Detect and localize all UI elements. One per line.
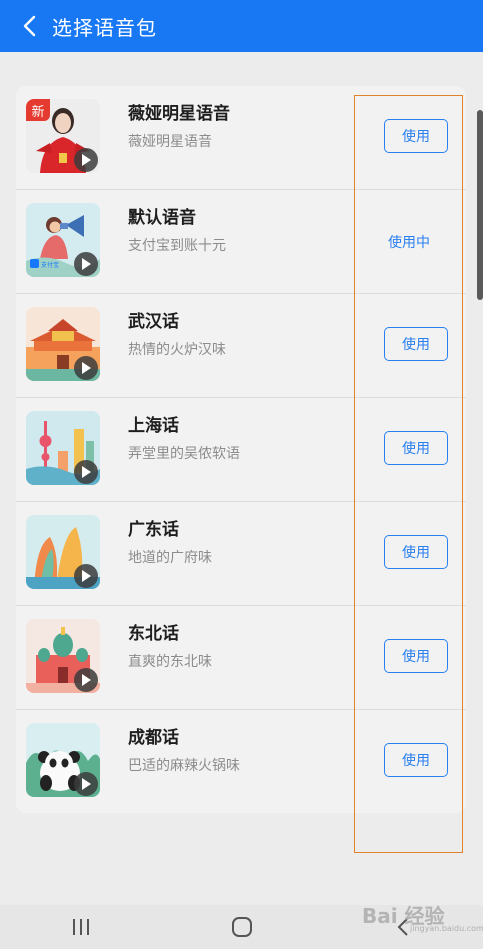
use-button[interactable]: 使用: [384, 639, 448, 673]
voice-thumbnail: [26, 307, 100, 381]
voice-item-dongbei[interactable]: 东北话 直爽的东北味 使用: [16, 606, 466, 710]
voice-thumbnail: [26, 515, 100, 589]
voice-name: 成都话: [128, 728, 179, 748]
voice-item-shanghai[interactable]: 上海话 弄堂里的吴侬软语 使用: [16, 398, 466, 502]
voice-thumbnail: [26, 619, 100, 693]
voice-description: 支付宝到账十元: [128, 238, 226, 254]
voice-item-chengdu[interactable]: 成都话 巴适的麻辣火锅味 使用: [16, 710, 466, 813]
voice-name: 上海话: [128, 416, 179, 436]
voice-description: 直爽的东北味: [128, 654, 212, 670]
new-badge: 新: [26, 99, 50, 121]
play-icon[interactable]: [74, 148, 98, 172]
play-icon[interactable]: [74, 772, 98, 796]
play-icon[interactable]: [74, 460, 98, 484]
play-icon[interactable]: [74, 668, 98, 692]
voice-thumbnail: [26, 723, 100, 797]
baidu-jingyan-watermark: Bai 经验 jingyan.baidu.com: [362, 900, 483, 933]
voice-name: 武汉话: [128, 312, 179, 332]
voice-description: 热情的火炉汉味: [128, 342, 226, 358]
voice-thumbnail: [26, 411, 100, 485]
top-app-bar: 选择语音包: [0, 0, 483, 52]
voice-description: 地道的广府味: [128, 550, 212, 566]
use-button[interactable]: 使用: [384, 535, 448, 569]
use-button[interactable]: 使用: [384, 119, 448, 153]
voice-list: 新 薇娅明星语音 薇娅明星语音 使用 支付宝 默认语音 支付宝到账十元 使用中 …: [16, 86, 466, 813]
recent-apps-button[interactable]: [51, 905, 111, 949]
voice-item-weiya[interactable]: 新 薇娅明星语音 薇娅明星语音 使用: [16, 86, 466, 190]
play-icon[interactable]: [74, 356, 98, 380]
play-icon[interactable]: [74, 564, 98, 588]
voice-description: 弄堂里的吴侬软语: [128, 446, 240, 462]
scrollbar[interactable]: [477, 110, 483, 300]
use-button[interactable]: 使用: [384, 431, 448, 465]
in-use-status: 使用中: [388, 235, 430, 251]
back-button[interactable]: [10, 0, 50, 52]
voice-thumbnail: 支付宝: [26, 203, 100, 277]
watermark-subtext: jingyan.baidu.com: [410, 924, 483, 933]
voice-thumbnail: 新: [26, 99, 100, 173]
voice-name: 默认语音: [128, 208, 196, 228]
voice-item-wuhan[interactable]: 武汉话 热情的火炉汉味 使用: [16, 294, 466, 398]
voice-name: 薇娅明星语音: [128, 104, 230, 124]
voice-name: 广东话: [128, 520, 179, 540]
page-title: 选择语音包: [52, 15, 157, 40]
recent-apps-icon: [72, 919, 89, 935]
voice-item-guangdong[interactable]: 广东话 地道的广府味 使用: [16, 502, 466, 606]
voice-item-default[interactable]: 支付宝 默认语音 支付宝到账十元 使用中: [16, 190, 466, 294]
alipay-logo-text: 支付宝: [41, 261, 59, 269]
play-icon[interactable]: [74, 252, 98, 276]
use-button[interactable]: 使用: [384, 743, 448, 777]
voice-description: 薇娅明星语音: [128, 134, 212, 150]
use-button[interactable]: 使用: [384, 327, 448, 361]
chevron-left-icon: [23, 15, 36, 37]
home-button[interactable]: [212, 905, 272, 949]
voice-description: 巴适的麻辣火锅味: [128, 758, 240, 774]
home-icon: [231, 917, 252, 937]
voice-name: 东北话: [128, 624, 179, 644]
